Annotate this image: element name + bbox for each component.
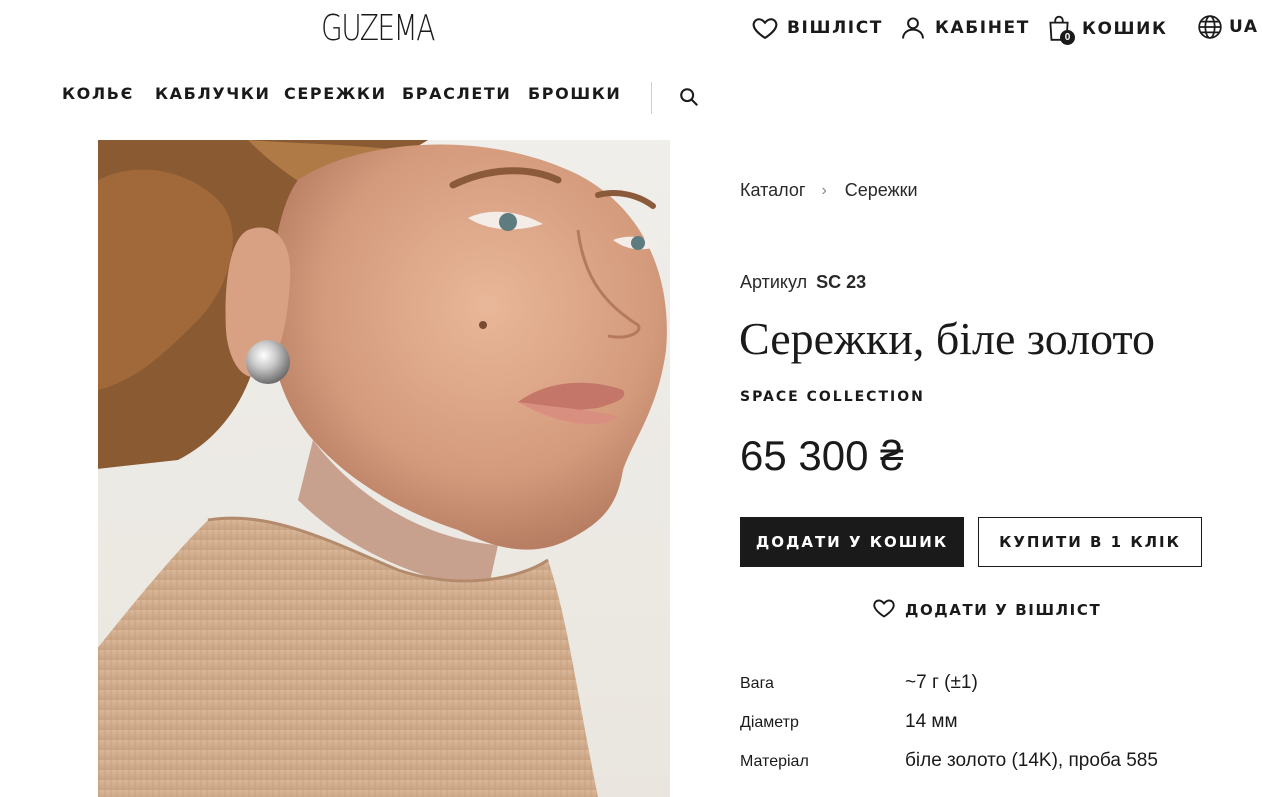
buy-one-click-button[interactable]: КУПИТИ В 1 КЛІК [978, 517, 1202, 567]
user-icon [899, 14, 927, 42]
sku-label: Артикул [740, 272, 808, 292]
account-link[interactable]: КАБІНЕТ [899, 14, 1030, 42]
spec-value: ~7 г (±1) [905, 672, 978, 693]
breadcrumb-earrings[interactable]: Сережки [845, 180, 918, 201]
account-label: КАБІНЕТ [935, 18, 1030, 38]
add-to-cart-label: ДОДАТИ У КОШИК [755, 533, 949, 551]
nav-item-bracelets[interactable]: БРАСЛЕТИ [402, 84, 511, 103]
product-specs: Вага ~7 г (±1) Діаметр 14 мм Матеріал бі… [740, 670, 1220, 787]
search-icon [678, 88, 700, 112]
product-sku: Артикул SC 23 [740, 272, 866, 293]
add-to-wishlist-label: ДОДАТИ У ВІШЛІСТ [905, 601, 1102, 619]
buy-one-click-label: КУПИТИ В 1 КЛІК [999, 533, 1181, 551]
product-price: 65 300 ₴ [740, 432, 904, 479]
spec-label: Матеріал [740, 753, 809, 770]
product-title: Сережки, біле золото [739, 313, 1156, 364]
nav-item-rings[interactable]: КАБЛУЧКИ [155, 84, 270, 103]
cart-count-badge: 0 [1060, 30, 1075, 45]
heart-icon [751, 14, 779, 42]
product-photo[interactable] [98, 140, 670, 797]
spec-label: Діаметр [740, 714, 799, 731]
nav-item-brooches[interactable]: БРОШКИ [528, 84, 621, 103]
language-switcher[interactable]: UA [1197, 14, 1259, 40]
language-label: UA [1229, 17, 1259, 37]
cart-link[interactable]: 0 КОШИК [1046, 14, 1168, 45]
header-actions: ВІШЛІСТ КАБІНЕТ 0 КОШИК UA [0, 0, 1262, 62]
globe-icon [1197, 14, 1223, 40]
sku-value: SC 23 [816, 272, 867, 292]
cart-label: КОШИК [1082, 19, 1168, 39]
heart-icon [872, 596, 896, 624]
spec-label: Вага [740, 675, 774, 692]
nav-divider [651, 82, 652, 114]
bag-icon: 0 [1046, 14, 1075, 45]
spec-row-material: Матеріал біле золото (14K), проба 585 [740, 748, 1220, 787]
breadcrumb: Каталог › Сережки [740, 180, 918, 201]
spec-row-weight: Вага ~7 г (±1) [740, 670, 1220, 709]
spec-value: 14 мм [905, 711, 958, 732]
nav-item-necklaces[interactable]: КОЛЬЄ [62, 84, 134, 103]
wishlist-label: ВІШЛІСТ [787, 18, 884, 38]
search-button[interactable] [678, 86, 700, 113]
spec-row-diameter: Діаметр 14 мм [740, 709, 1220, 748]
spec-value: біле золото (14K), проба 585 [905, 750, 1158, 771]
breadcrumb-catalog[interactable]: Каталог [740, 180, 805, 201]
add-to-wishlist-button[interactable]: ДОДАТИ У ВІШЛІСТ [872, 596, 1101, 624]
add-to-cart-button[interactable]: ДОДАТИ У КОШИК [740, 517, 964, 567]
wishlist-link[interactable]: ВІШЛІСТ [751, 14, 883, 42]
nav-item-earrings[interactable]: СЕРЕЖКИ [284, 84, 387, 103]
product-collection[interactable]: SPACE COLLECTION [740, 389, 925, 405]
chevron-right-icon: › [821, 181, 827, 199]
